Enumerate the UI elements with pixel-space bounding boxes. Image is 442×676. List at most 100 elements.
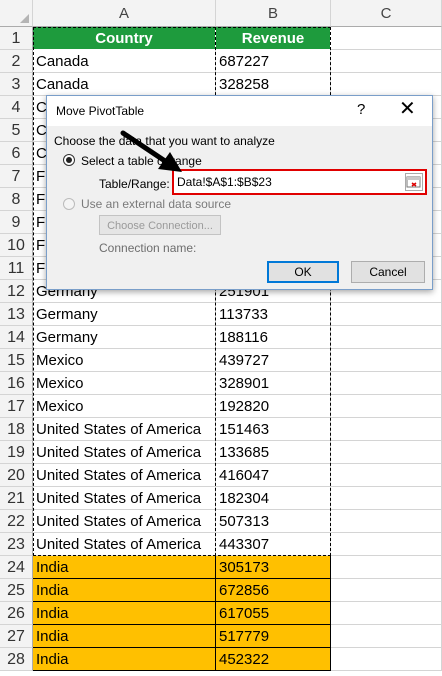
row-number[interactable]: 7 (0, 165, 33, 188)
radio-external-source[interactable] (63, 198, 75, 210)
cell-country[interactable]: Canada (33, 73, 216, 96)
close-button[interactable]: ✕ (399, 98, 416, 120)
row-number[interactable]: 8 (0, 188, 33, 211)
row-number[interactable]: 10 (0, 234, 33, 257)
header-country[interactable]: Country (33, 27, 216, 50)
row-number[interactable]: 28 (0, 648, 33, 671)
row-number[interactable]: 24 (0, 556, 33, 579)
row-number[interactable]: 20 (0, 464, 33, 487)
ok-button[interactable]: OK (267, 261, 339, 283)
cell-country[interactable]: India (33, 556, 216, 579)
cell-empty[interactable] (331, 579, 442, 602)
cell-country[interactable]: United States of America (33, 487, 216, 510)
radio-select-range[interactable] (63, 154, 75, 166)
cell-country[interactable]: Germany (33, 326, 216, 349)
help-button[interactable]: ? (357, 101, 365, 118)
row-number[interactable]: 15 (0, 349, 33, 372)
cell-empty[interactable] (331, 602, 442, 625)
cell-country[interactable]: India (33, 579, 216, 602)
cell-empty[interactable] (331, 464, 442, 487)
row-number[interactable]: 12 (0, 280, 33, 303)
cell-empty[interactable] (331, 533, 442, 556)
collapse-dialog-button[interactable] (405, 173, 423, 191)
cell-country[interactable]: United States of America (33, 441, 216, 464)
row-number[interactable]: 6 (0, 142, 33, 165)
column-header-c[interactable]: C (331, 0, 442, 27)
row-number[interactable]: 19 (0, 441, 33, 464)
row-number[interactable]: 14 (0, 326, 33, 349)
cell-empty[interactable] (331, 349, 442, 372)
cell-revenue[interactable]: 672856 (216, 579, 331, 602)
choose-connection-button[interactable]: Choose Connection... (99, 215, 221, 235)
row-number[interactable]: 13 (0, 303, 33, 326)
cell-country[interactable]: Mexico (33, 372, 216, 395)
row-number[interactable]: 3 (0, 73, 33, 96)
cell-empty[interactable] (331, 441, 442, 464)
cell-country[interactable]: India (33, 648, 216, 671)
cell-revenue[interactable]: 687227 (216, 50, 331, 73)
cell-empty[interactable] (331, 510, 442, 533)
cell-revenue[interactable]: 439727 (216, 349, 331, 372)
cell-empty[interactable] (331, 27, 442, 50)
row-number[interactable]: 11 (0, 257, 33, 280)
row-number[interactable]: 27 (0, 625, 33, 648)
cell-country[interactable]: Mexico (33, 349, 216, 372)
cell-country[interactable]: United States of America (33, 510, 216, 533)
row-number[interactable]: 5 (0, 119, 33, 142)
radio-external-source-label[interactable]: Use an external data source (81, 197, 231, 211)
cell-empty[interactable] (331, 303, 442, 326)
dialog-titlebar[interactable]: Move PivotTable ? ✕ (47, 96, 432, 126)
cell-revenue[interactable]: 328258 (216, 73, 331, 96)
cell-country[interactable]: India (33, 625, 216, 648)
row-number[interactable]: 22 (0, 510, 33, 533)
row-number[interactable]: 4 (0, 96, 33, 119)
cell-empty[interactable] (331, 50, 442, 73)
cell-revenue[interactable]: 443307 (216, 533, 331, 556)
cell-revenue[interactable]: 507313 (216, 510, 331, 533)
cell-empty[interactable] (331, 372, 442, 395)
cell-empty[interactable] (331, 625, 442, 648)
row-number[interactable]: 26 (0, 602, 33, 625)
row-number[interactable]: 2 (0, 50, 33, 73)
column-header-b[interactable]: B (216, 0, 331, 27)
cell-country[interactable]: United States of America (33, 533, 216, 556)
cell-empty[interactable] (331, 556, 442, 579)
cell-country[interactable]: India (33, 602, 216, 625)
row-number[interactable]: 16 (0, 372, 33, 395)
cell-revenue[interactable]: 133685 (216, 441, 331, 464)
row-number[interactable]: 25 (0, 579, 33, 602)
cell-country[interactable]: Mexico (33, 395, 216, 418)
header-revenue[interactable]: Revenue (216, 27, 331, 50)
select-all-corner[interactable] (0, 0, 33, 27)
row-number[interactable]: 9 (0, 211, 33, 234)
row-number[interactable]: 21 (0, 487, 33, 510)
column-header-a[interactable]: A (33, 0, 216, 27)
cell-empty[interactable] (331, 326, 442, 349)
cell-revenue[interactable]: 617055 (216, 602, 331, 625)
cell-revenue[interactable]: 182304 (216, 487, 331, 510)
cell-revenue[interactable]: 113733 (216, 303, 331, 326)
table-range-input[interactable] (177, 174, 397, 190)
cell-empty[interactable] (331, 487, 442, 510)
cell-revenue[interactable]: 328901 (216, 372, 331, 395)
row-number[interactable]: 17 (0, 395, 33, 418)
cell-revenue[interactable]: 151463 (216, 418, 331, 441)
cell-revenue[interactable]: 517779 (216, 625, 331, 648)
radio-select-range-label[interactable]: Select a table or range (81, 154, 202, 168)
cell-empty[interactable] (331, 73, 442, 96)
cell-country[interactable]: United States of America (33, 418, 216, 441)
row-number[interactable]: 18 (0, 418, 33, 441)
cell-revenue[interactable]: 452322 (216, 648, 331, 671)
cell-empty[interactable] (331, 648, 442, 671)
cell-country[interactable]: Canada (33, 50, 216, 73)
cell-revenue[interactable]: 305173 (216, 556, 331, 579)
cell-revenue[interactable]: 188116 (216, 326, 331, 349)
cell-empty[interactable] (331, 418, 442, 441)
cell-empty[interactable] (331, 395, 442, 418)
cancel-button[interactable]: Cancel (351, 261, 425, 283)
cell-country[interactable]: United States of America (33, 464, 216, 487)
row-number[interactable]: 23 (0, 533, 33, 556)
cell-revenue[interactable]: 192820 (216, 395, 331, 418)
cell-country[interactable]: Germany (33, 303, 216, 326)
row-number[interactable]: 1 (0, 27, 33, 50)
